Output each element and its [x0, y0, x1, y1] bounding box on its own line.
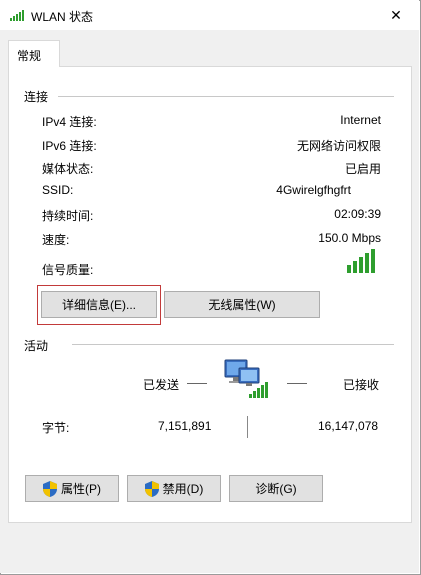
- speed-value: 150.0 Mbps: [318, 231, 381, 245]
- properties-button[interactable]: 属性(P): [25, 475, 119, 502]
- signal-quality-label: 信号质量:: [42, 263, 94, 277]
- bytes-received-value: 16,147,078: [318, 419, 379, 433]
- ssid-value: 4Gwirelgfhgfrt: [276, 183, 351, 197]
- wireless-properties-label: 无线属性(W): [208, 298, 276, 312]
- media-state-label: 媒体状态:: [42, 162, 94, 176]
- properties-button-label: 属性(P): [61, 482, 101, 496]
- shield-icon: [144, 480, 159, 497]
- activity-divider: [72, 344, 394, 345]
- signal-strength-icon: [347, 249, 375, 273]
- ipv6-label: IPv6 连接:: [42, 139, 97, 153]
- bytes-sent-value: 7,151,891: [158, 419, 212, 433]
- bytes-label: 字节:: [42, 421, 70, 435]
- ssid-label: SSID:: [42, 183, 74, 197]
- duration-label: 持续时间:: [42, 209, 94, 223]
- speed-label: 速度:: [42, 233, 70, 247]
- bytes-separator: [247, 416, 248, 438]
- sent-line: [187, 383, 207, 384]
- ipv4-label: IPv4 连接:: [42, 115, 97, 129]
- sent-label: 已发送: [143, 378, 180, 392]
- details-button-label: 详细信息(E)...: [62, 298, 136, 312]
- network-computers-icon: [224, 359, 268, 398]
- ipv4-value: Internet: [340, 113, 381, 127]
- shield-icon: [43, 480, 57, 497]
- disable-button-label: 禁用(D): [162, 482, 204, 496]
- activity-section-label: 活动: [24, 337, 53, 354]
- disable-button[interactable]: 禁用(D): [127, 475, 221, 502]
- diagnose-button-label: 诊断(G): [255, 482, 297, 496]
- ipv6-value: 无网络访问权限: [296, 139, 381, 153]
- media-state-value: 已启用: [344, 162, 381, 176]
- connection-rows: IPv4 连接: Internet IPv6 连接: 无网络访问权限 媒体状态:…: [0, 0, 421, 575]
- diagnose-button[interactable]: 诊断(G): [229, 475, 323, 502]
- received-line: [287, 383, 307, 384]
- details-button[interactable]: 详细信息(E)...: [41, 291, 157, 318]
- received-label: 已接收: [343, 378, 380, 392]
- wireless-properties-button[interactable]: 无线属性(W): [164, 291, 320, 318]
- duration-value: 02:09:39: [334, 207, 381, 221]
